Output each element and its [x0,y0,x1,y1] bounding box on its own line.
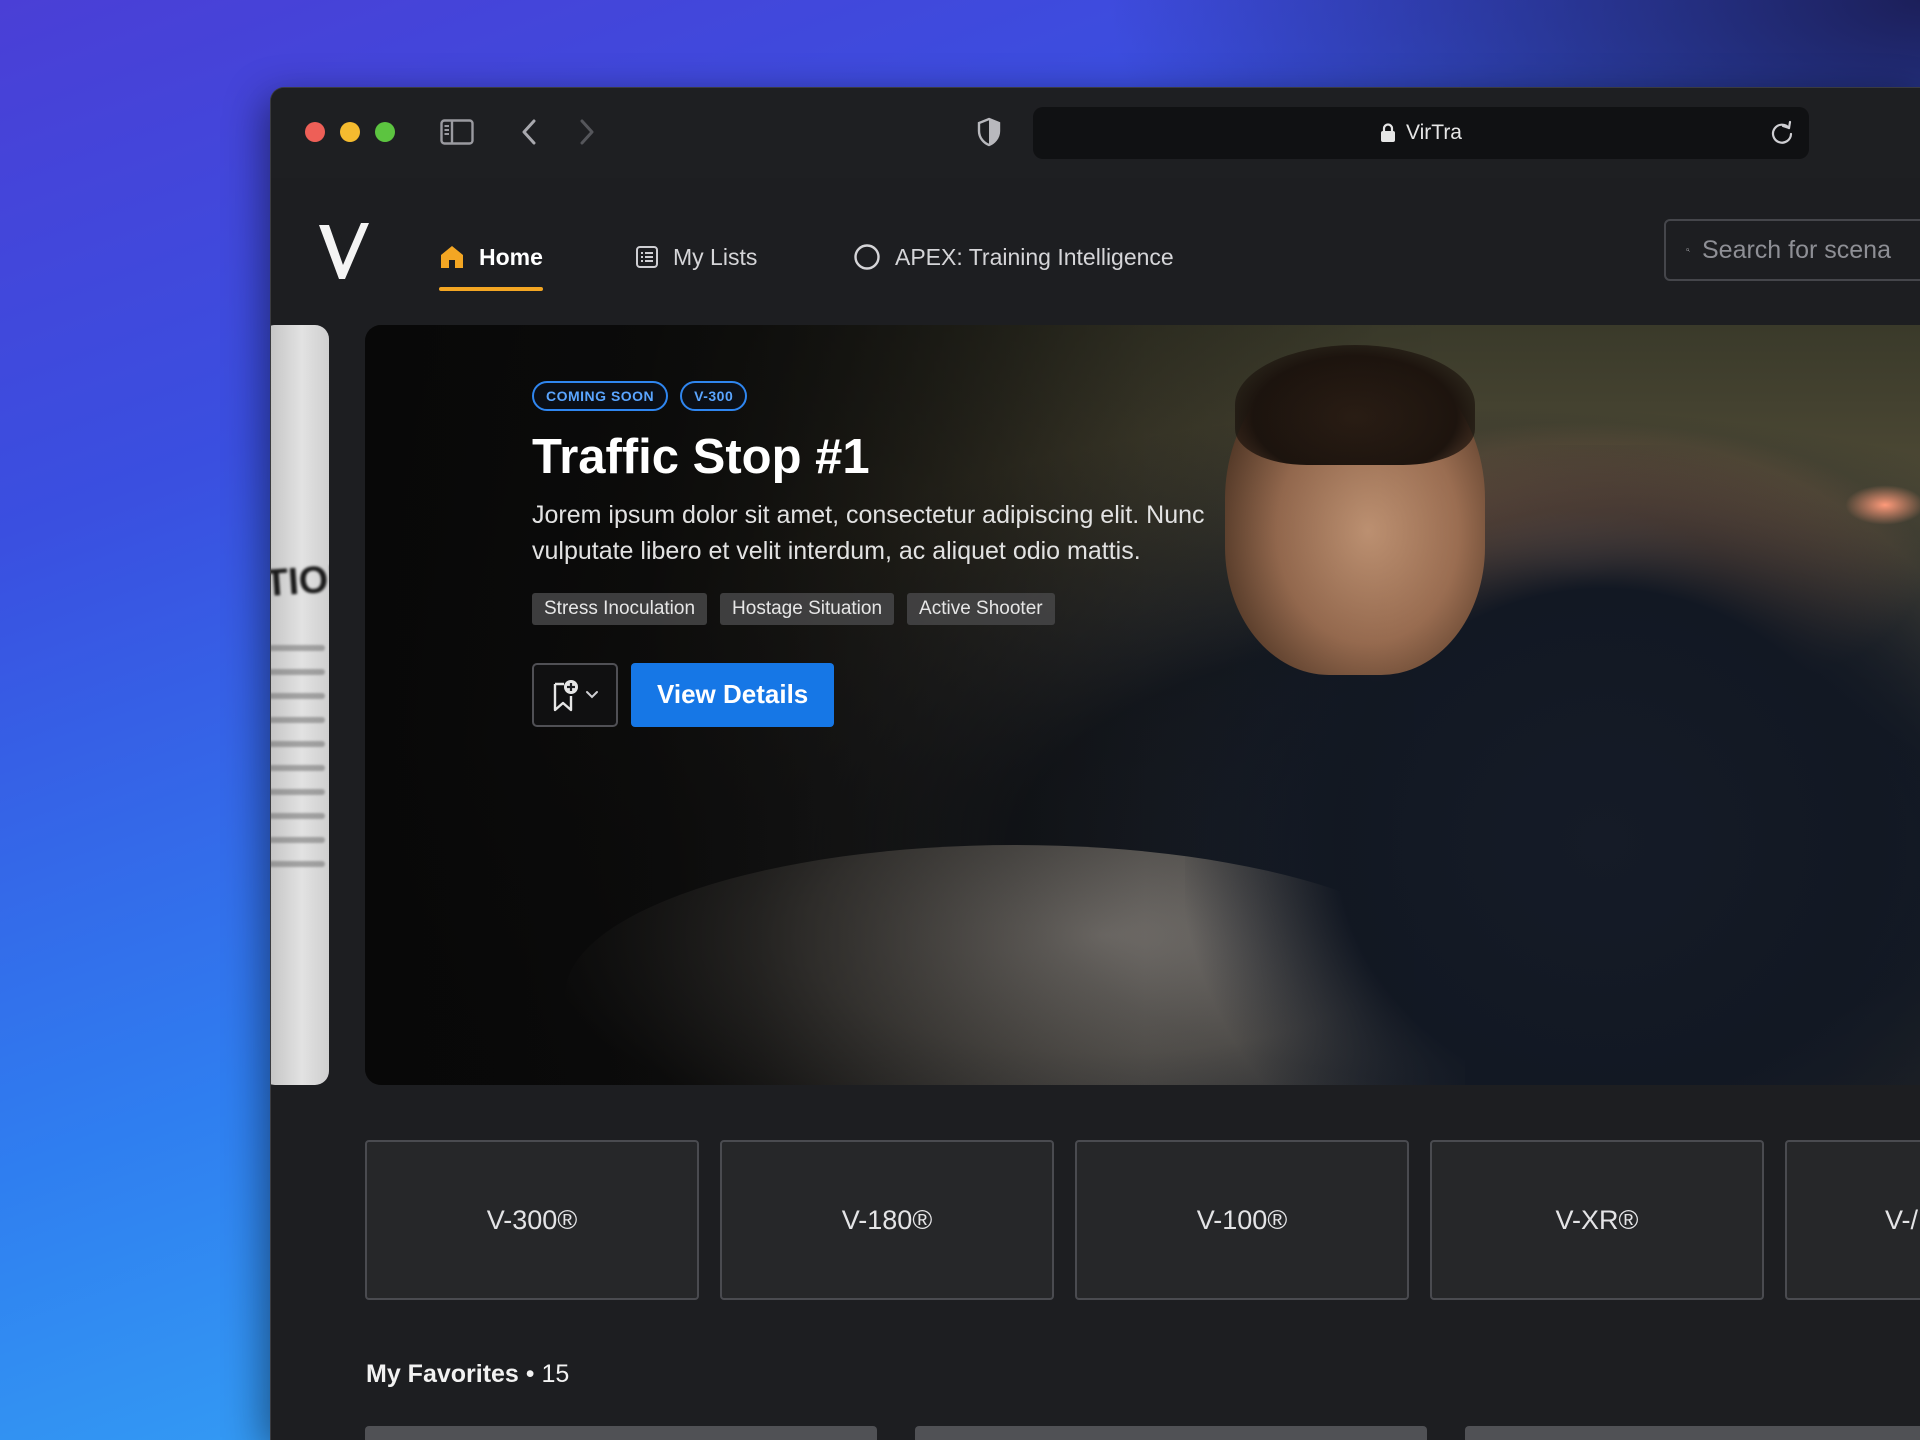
favorite-card[interactable] [365,1426,877,1440]
nav-my-lists[interactable]: My Lists [635,233,757,281]
platform-tile-v180[interactable]: V-180® [720,1140,1054,1300]
sidebar-toggle-icon[interactable] [439,116,475,148]
address-text: VirTra [1405,121,1462,144]
home-icon [441,246,463,268]
forward-arrow-icon[interactable] [569,116,605,148]
address-bar[interactable]: VirTra [1033,107,1809,159]
lock-icon [1380,123,1395,142]
browser-window: VirTra Home My Lists APEX: Training Inte… [270,87,1920,1440]
search-icon [1686,248,1690,252]
chevron-down-icon [586,690,598,699]
platform-tile-v300[interactable]: V-300® [365,1140,699,1300]
hero-tags: Stress Inoculation Hostage Situation Act… [532,592,1352,625]
nav-home-label: Home [479,243,543,270]
platform-tiles: V-300® V-180® V-100® V-XR® V-/ [365,1140,1920,1300]
hero-description: Jorem ipsum dolor sit amet, consectetur … [532,500,1205,565]
favorites-title: My Favorites [366,1360,519,1388]
nav-apex-label: APEX: Training Intelligence [895,243,1174,270]
previous-slide-text: TION [270,556,329,606]
status-badge: COMING SOON [532,381,669,411]
hero-actions: View Details [532,662,1352,727]
nav-home[interactable]: Home [439,233,543,291]
platform-tile-v100[interactable]: V-100® [1075,1140,1409,1300]
privacy-shield-icon[interactable] [971,116,1007,148]
zoom-window-button[interactable] [375,122,395,142]
minimize-window-button[interactable] [340,122,360,142]
browser-toolbar: VirTra [271,88,1920,178]
hero-badges: COMING SOON V-300 [532,381,1352,411]
search-input[interactable] [1702,235,1920,265]
platform-tile-partial[interactable]: V-/ [1785,1140,1920,1300]
circle-icon [854,244,880,270]
previous-slide-lines [271,645,325,885]
nav-apex[interactable]: APEX: Training Intelligence [853,233,1174,281]
tag-chip[interactable]: Hostage Situation [720,592,895,625]
favorites-heading: My Favorites • 15 [366,1360,569,1389]
tag-chip[interactable]: Stress Inoculation [532,592,708,625]
platform-tile-vxr[interactable]: V-XR® [1430,1140,1764,1300]
bookmark-plus-icon [553,679,578,712]
search-box[interactable] [1664,219,1920,281]
hero-content: COMING SOON V-300 Traffic Stop #1 Jorem … [532,381,1352,727]
tag-chip[interactable]: Active Shooter [907,592,1055,625]
favorites-separator: • [518,1360,542,1388]
favorite-card[interactable] [1465,1426,1920,1440]
close-window-button[interactable] [305,122,325,142]
reload-icon[interactable] [1769,120,1795,146]
previous-slide[interactable]: TION [270,325,329,1085]
list-icon [636,246,658,268]
favorite-card[interactable] [915,1426,1427,1440]
back-arrow-icon[interactable] [511,116,547,148]
favorites-cards [365,1426,1920,1440]
add-to-list-button[interactable] [532,662,618,727]
favorites-count: 15 [541,1360,570,1388]
platform-badge: V-300 [680,381,748,411]
hero-title: Traffic Stop #1 [532,430,870,484]
nav-my-lists-label: My Lists [673,243,758,270]
view-details-button[interactable]: View Details [631,662,835,727]
virtra-logo-icon[interactable] [317,221,373,286]
